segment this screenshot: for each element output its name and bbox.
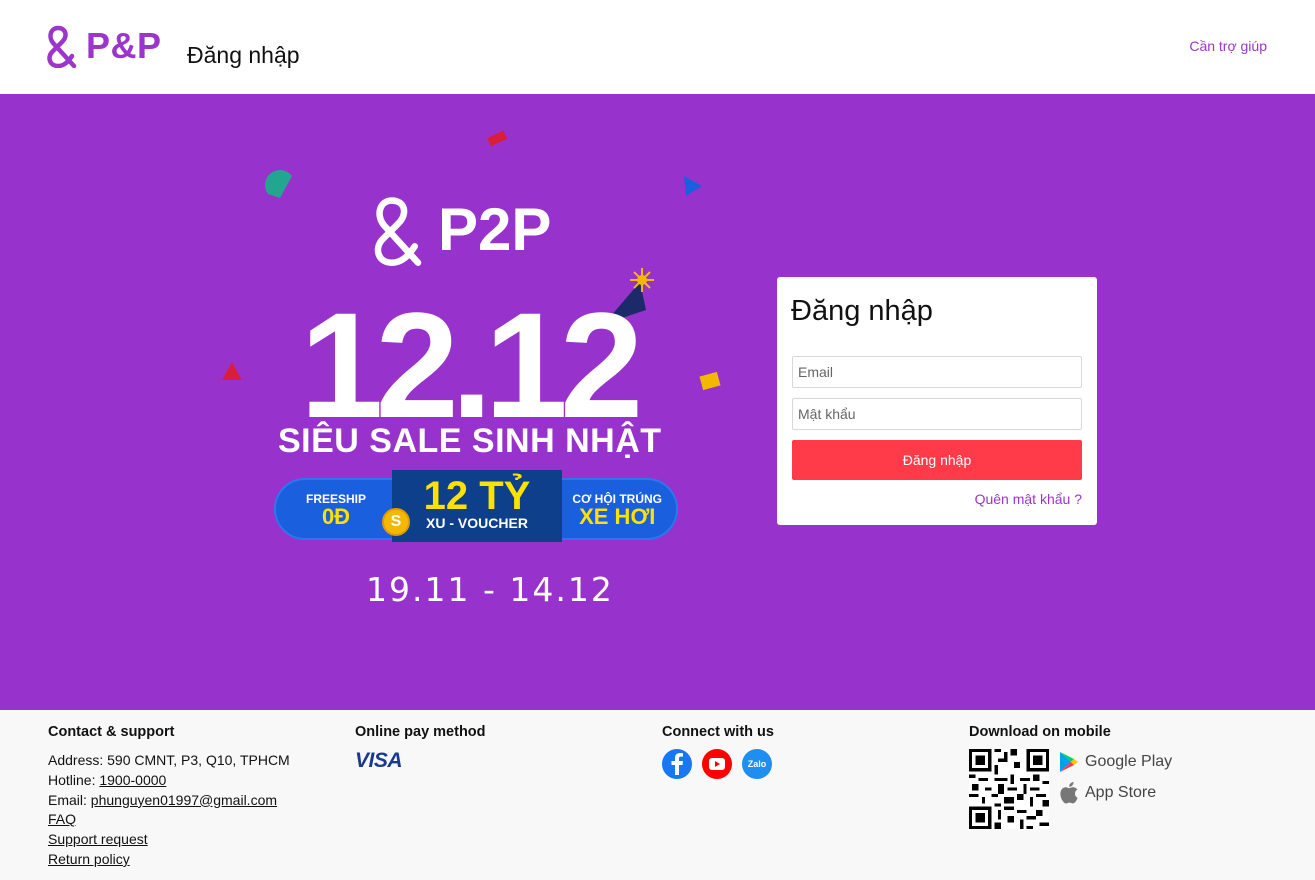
mobile-downloads: Google Play App Store	[969, 749, 1172, 829]
facebook-glyph	[671, 753, 683, 775]
faq-link[interactable]: FAQ	[48, 811, 76, 827]
visa-logo: VISA	[355, 749, 403, 772]
return-policy-link[interactable]: Return policy	[48, 851, 130, 867]
zalo-icon[interactable]: Zalo	[742, 749, 772, 779]
promo-artwork: P2P 12.12 SIÊU SALE SINH NHẬT FREESHIP 0…	[220, 94, 740, 710]
sale-title: SIÊU SALE SINH NHẬT	[278, 422, 662, 460]
login-button[interactable]: Đăng nhập	[792, 440, 1082, 480]
brand-logo[interactable]: P&P	[46, 24, 162, 68]
car-offer: CƠ HỘI TRÚNG XE HƠI	[572, 492, 662, 528]
email-row: Email: phunguyen01997@gmail.com	[48, 791, 290, 811]
store-links: Google Play App Store	[1059, 749, 1172, 829]
freeship-offer: FREESHIP 0Đ	[306, 492, 366, 528]
youtube-glyph	[709, 758, 725, 770]
connect-title: Connect with us	[662, 724, 774, 740]
coin-icon: S	[382, 508, 410, 536]
email-field[interactable]	[792, 356, 1082, 388]
google-play-label: Google Play	[1085, 753, 1173, 770]
apple-icon	[1060, 782, 1078, 804]
p2p-brand-name: P2P	[438, 196, 552, 263]
support-request-link[interactable]: Support request	[48, 831, 148, 847]
app-store-label: App Store	[1085, 784, 1157, 801]
youtube-icon[interactable]	[702, 749, 732, 779]
pay-title: Online pay method	[355, 724, 486, 740]
footer-contact-column: Contact & support Address: 590 CMNT, P3,…	[48, 724, 290, 870]
footer: Contact & support Address: 590 CMNT, P3,…	[0, 710, 1315, 880]
p2p-brand: P2P	[372, 194, 551, 266]
google-play-icon	[1060, 752, 1078, 772]
footer-connect-column: Connect with us Zalo	[662, 724, 774, 779]
car-offer-value: XE HƠI	[579, 504, 656, 529]
footer-mobile-column: Download on mobile Google Play App Store	[969, 724, 1172, 829]
hotline-row: Hotline: 1900-0000	[48, 771, 290, 791]
mobile-title: Download on mobile	[969, 724, 1111, 740]
qr-code-icon	[969, 749, 1049, 829]
voucher-amount: 12 TỶ	[423, 474, 531, 518]
page-title: Đăng nhập	[187, 42, 300, 68]
promo-banner: P2P 12.12 SIÊU SALE SINH NHẬT FREESHIP 0…	[0, 94, 1315, 710]
login-heading: Đăng nhập	[791, 295, 933, 327]
brand-name: P&P	[86, 25, 162, 66]
facebook-icon[interactable]	[662, 749, 692, 779]
big-date-text: 12.12	[300, 281, 643, 449]
hotline-label: Hotline:	[48, 771, 100, 788]
footer-pay-column: Online pay method VISA	[355, 724, 486, 773]
app-store-link[interactable]: App Store	[1059, 781, 1172, 805]
voucher-offer: 12 TỶ XU - VOUCHER	[392, 470, 562, 542]
voucher-label: XU - VOUCHER	[426, 515, 528, 531]
ampersand-logo-icon	[47, 25, 77, 68]
header: P&P Đăng nhập Cần trợ giúp	[0, 0, 1315, 94]
social-links: Zalo	[662, 749, 774, 779]
google-play-link[interactable]: Google Play	[1059, 751, 1172, 773]
password-field[interactable]	[792, 398, 1082, 430]
forgot-password-link[interactable]: Quên mật khẩu ?	[975, 491, 1082, 507]
ampersand-logo-icon	[374, 197, 422, 266]
help-link[interactable]: Cần trợ giúp	[1189, 38, 1267, 54]
contact-title: Contact & support	[48, 724, 175, 740]
email-link[interactable]: phunguyen01997@gmail.com	[91, 792, 277, 808]
promo-pill: FREESHIP 0Đ 12 TỶ XU - VOUCHER CƠ HỘI TR…	[274, 470, 678, 542]
email-label: Email:	[48, 791, 91, 808]
freeship-value: 0Đ	[321, 504, 351, 529]
address-text: Address: 590 CMNT, P3, Q10, TPHCM	[48, 752, 290, 768]
login-card: Đăng nhập Đăng nhập Quên mật khẩu ?	[777, 277, 1097, 525]
date-range: 19.11 - 14.12	[366, 570, 614, 609]
hotline-link[interactable]: 1900-0000	[99, 772, 166, 788]
